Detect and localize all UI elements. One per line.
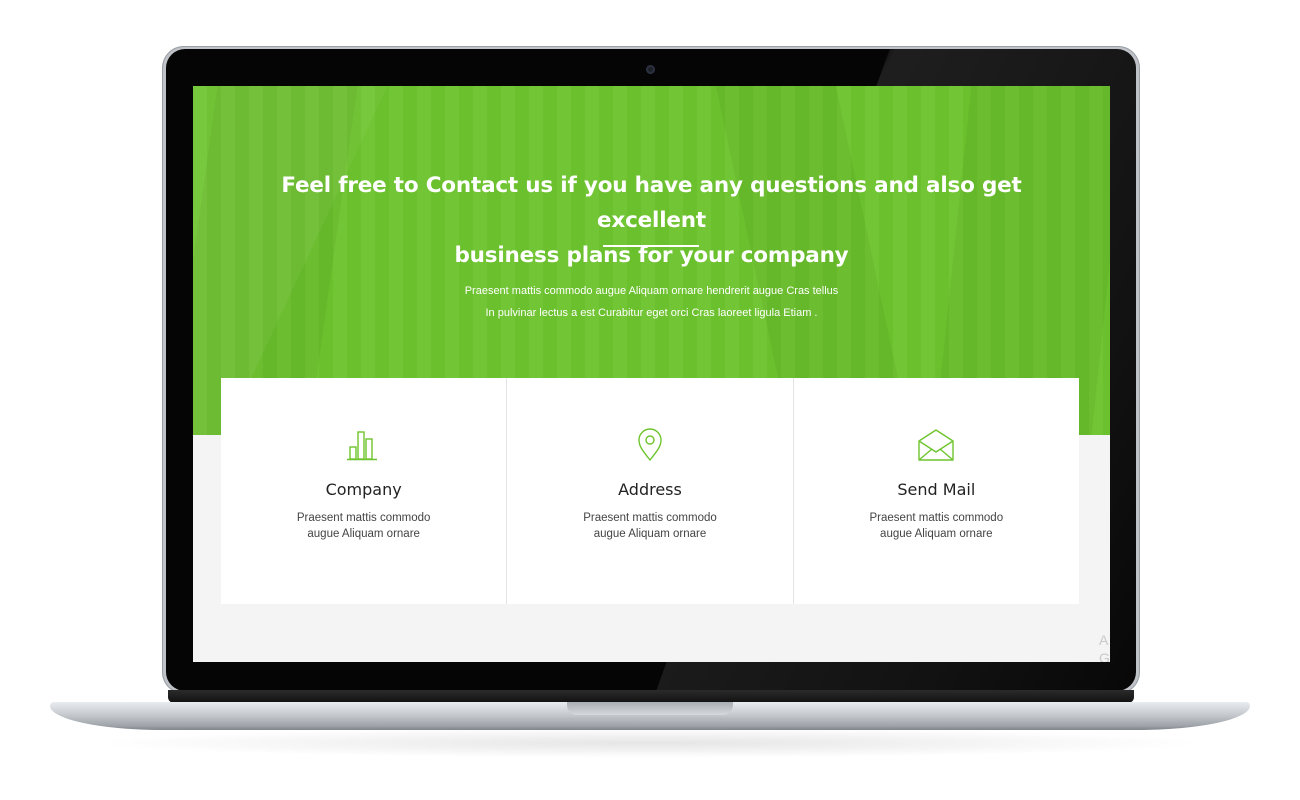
envelope-icon xyxy=(918,429,955,461)
card-text-line-1: Praesent mattis commodo xyxy=(869,512,1004,524)
laptop-shadow xyxy=(90,728,1210,758)
hero-description: Praesent mattis commodo augue Aliquam or… xyxy=(393,280,910,324)
card-text-line-1: Praesent mattis commodo xyxy=(583,512,717,524)
card-text: Praesent mattis commodo augue Aliquam or… xyxy=(279,510,449,542)
laptop-notch xyxy=(567,702,733,715)
card-send-mail: Send Mail Praesent mattis commodo augue … xyxy=(794,378,1079,604)
map-pin-icon xyxy=(638,428,662,462)
page-title: Feel free to Contact us if you have any … xyxy=(233,168,1070,273)
title-divider xyxy=(603,245,699,247)
card-title: Company xyxy=(325,480,402,499)
card-title: Address xyxy=(618,480,682,499)
card-text: Praesent mattis commodo augue Aliquam or… xyxy=(565,510,735,542)
contact-cards: Company Praesent mattis commodo augue Al… xyxy=(221,378,1079,604)
card-text-line-1: Praesent mattis commodo xyxy=(296,512,431,524)
description-line-2: In pulvinar lectus a est Curabitur eget … xyxy=(485,307,818,319)
description-line-1: Praesent mattis commodo augue Aliquam or… xyxy=(464,285,839,297)
clipped-corner-text: A G xyxy=(1099,632,1110,662)
card-text: Praesent mattis commodo augue Aliquam or… xyxy=(851,510,1021,542)
screen: Feel free to Contact us if you have any … xyxy=(193,86,1110,662)
bar-chart-icon xyxy=(346,431,377,461)
card-title: Send Mail xyxy=(897,480,976,499)
card-company: Company Praesent mattis commodo augue Al… xyxy=(221,378,508,604)
card-address: Address Praesent mattis commodo augue Al… xyxy=(507,378,794,604)
card-text-line-2: augue Aliquam ornare xyxy=(880,528,993,540)
title-line-1: Feel free to Contact us if you have any … xyxy=(281,173,1022,233)
webcam-icon xyxy=(646,65,655,74)
laptop-mockup: Feel free to Contact us if you have any … xyxy=(0,0,1300,800)
card-text-line-2: augue Aliquam ornare xyxy=(593,528,707,540)
card-text-line-2: augue Aliquam ornare xyxy=(307,528,420,540)
